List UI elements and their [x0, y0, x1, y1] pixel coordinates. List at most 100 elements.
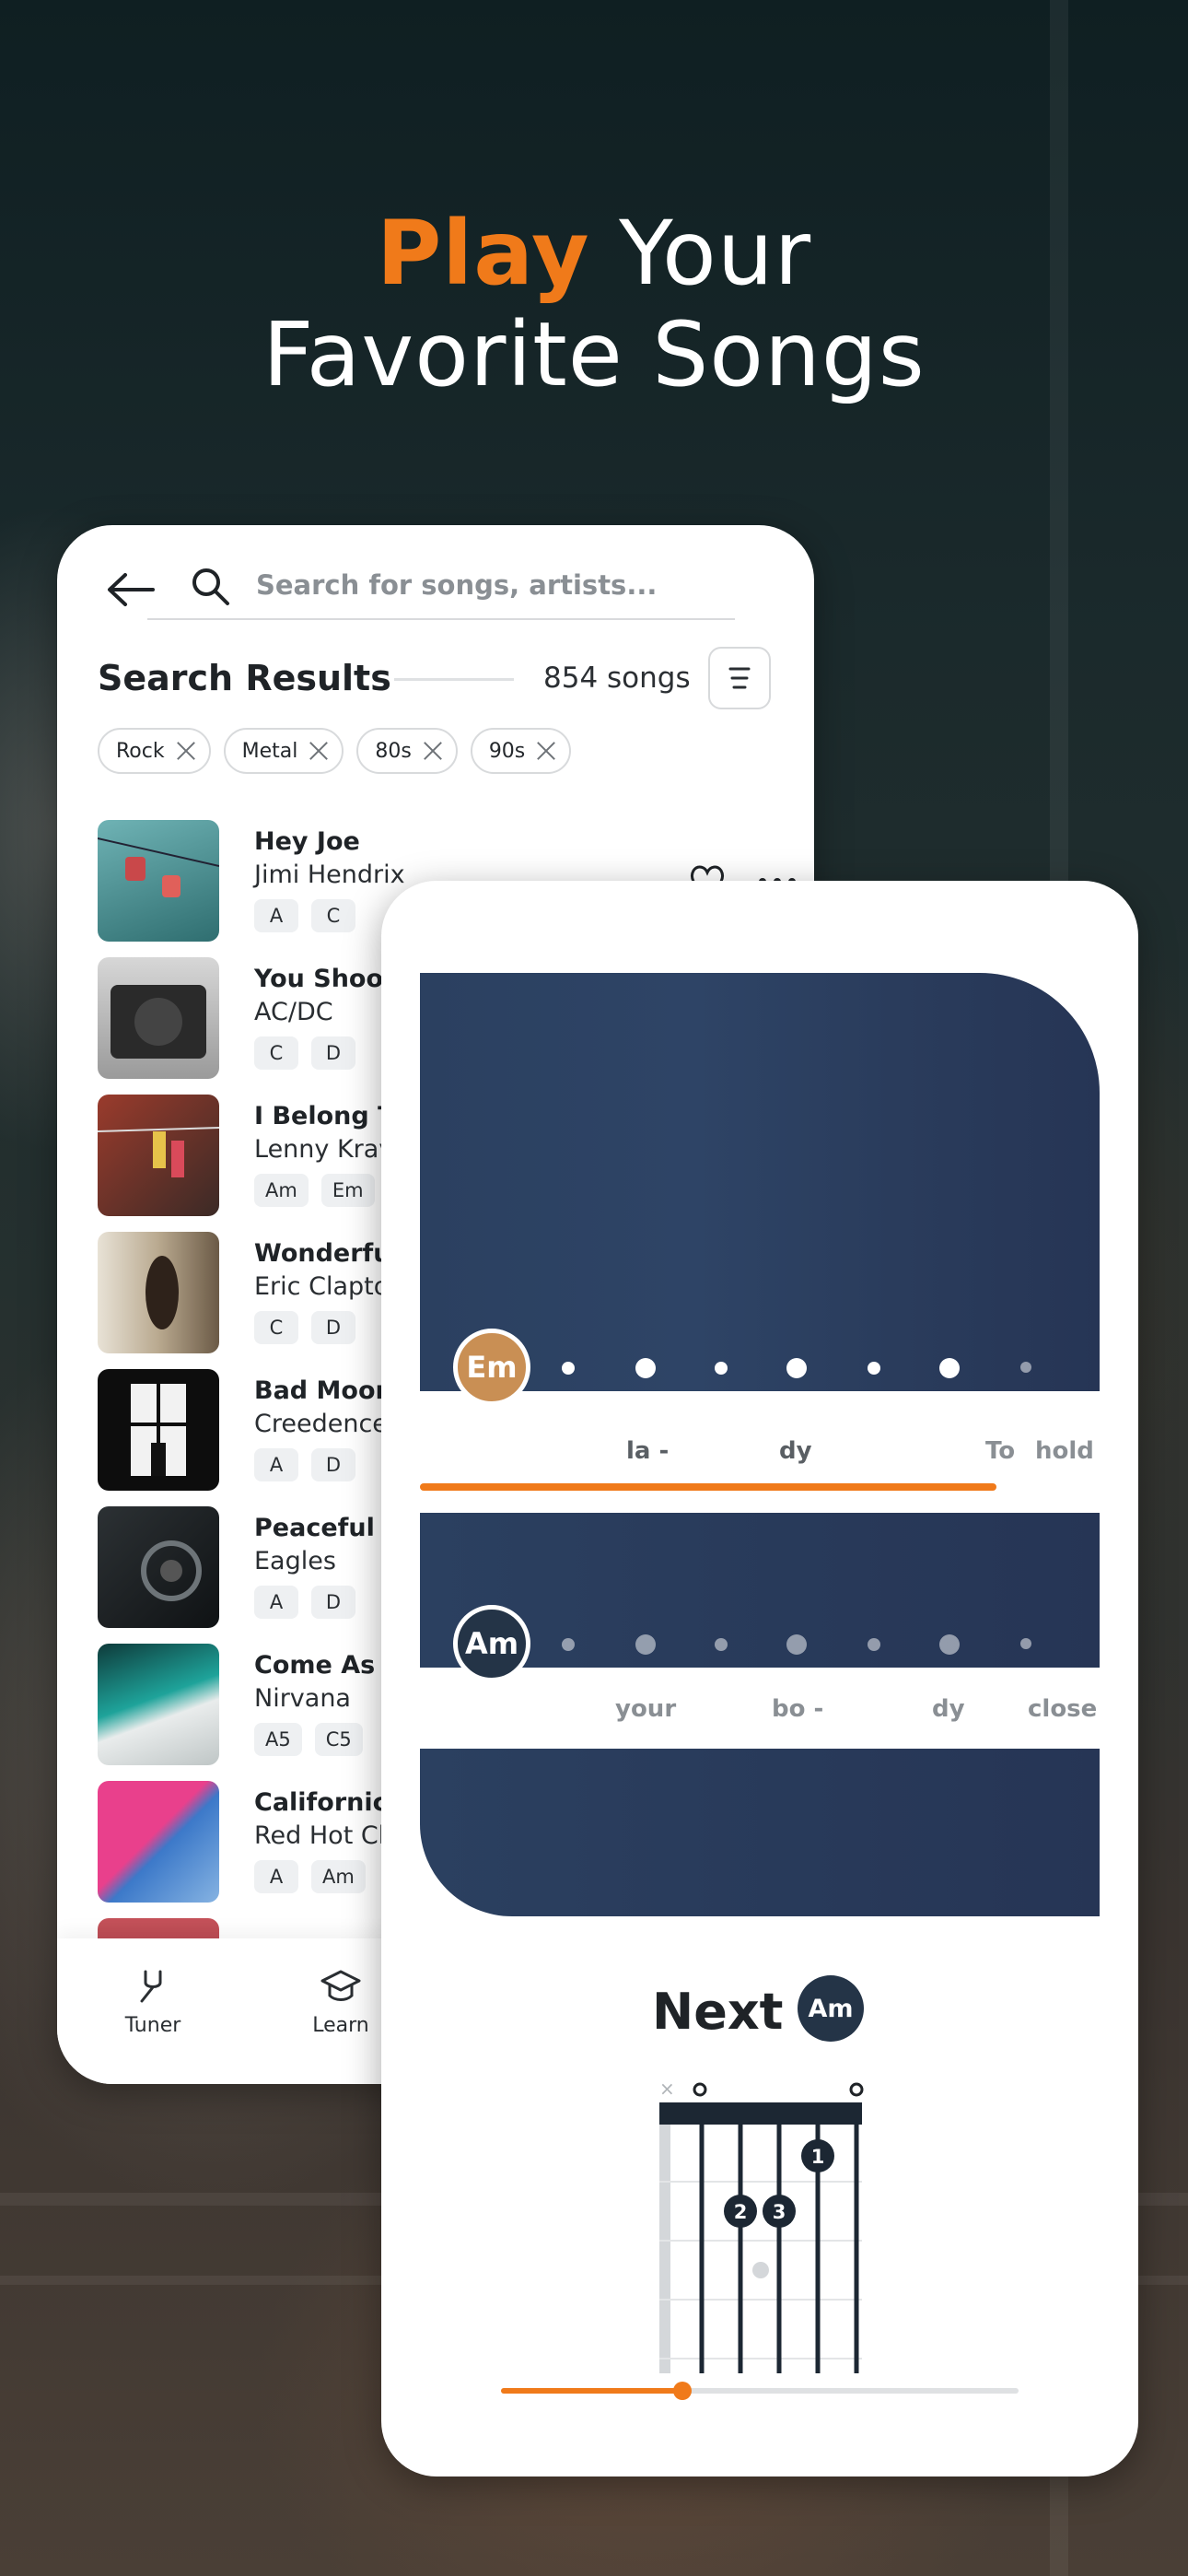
- song-progress-fill: [501, 2388, 682, 2394]
- beat-dot: [635, 1358, 656, 1378]
- album-art: [98, 1095, 219, 1216]
- beat-dot: [868, 1638, 880, 1651]
- remove-icon[interactable]: [176, 741, 196, 761]
- song-title: You Shook: [254, 965, 400, 993]
- beat-dot: [868, 1362, 880, 1375]
- remove-icon[interactable]: [309, 741, 329, 761]
- headline: Play Your Favorite Songs: [0, 203, 1188, 405]
- search-input[interactable]: [254, 564, 700, 606]
- beat-dot: [562, 1362, 575, 1375]
- next-line-chord-badge: Am: [453, 1605, 530, 1682]
- beat-dot: [939, 1358, 960, 1378]
- next-label: Next: [652, 1983, 784, 2041]
- chip-label: 90s: [488, 739, 526, 763]
- divider: [394, 678, 514, 681]
- player-card: Em la - dy To hold Am your bo - dy close…: [381, 881, 1138, 2476]
- album-art: [98, 1781, 219, 1903]
- nav-item-tuner[interactable]: Tuner: [98, 1966, 208, 2037]
- lyric-word: dy: [932, 1695, 965, 1723]
- nut: [659, 2102, 862, 2125]
- muted-string-marker: ×: [659, 2078, 675, 2100]
- next-chord-badge: Am: [798, 1975, 864, 2042]
- chord-tag: C: [254, 1311, 298, 1344]
- results-title: Search Results: [98, 658, 391, 698]
- song-artist: AC/DC: [254, 998, 333, 1026]
- nav-item-learn[interactable]: Learn: [285, 1966, 396, 2037]
- search-underline: [147, 618, 735, 620]
- beat-dot: [715, 1362, 728, 1375]
- chord-tag: C: [311, 899, 355, 932]
- song-title: Bad Moon: [254, 1376, 393, 1405]
- beat-dot: [635, 1634, 656, 1655]
- song-artist: Red Hot Chi: [254, 1821, 402, 1850]
- filter-button[interactable]: [708, 647, 771, 709]
- chord-track-panel: [420, 1749, 1100, 1916]
- finger-label: 3: [773, 2201, 786, 2223]
- album-art: [98, 1644, 219, 1765]
- song-artist: Eagles: [254, 1547, 336, 1575]
- chip-label: 80s: [375, 739, 412, 763]
- chord-tag: A: [254, 1586, 298, 1619]
- beat-dot: [939, 1634, 960, 1655]
- filter-chip[interactable]: Metal: [223, 728, 344, 774]
- nav-label: Learn: [312, 2014, 369, 2037]
- chord-tag: D: [311, 1036, 355, 1070]
- song-progress-handle[interactable]: [672, 2382, 692, 2400]
- beat-dot: [786, 1358, 807, 1378]
- chord-tag: C5: [314, 1723, 363, 1756]
- beat-dot: [562, 1638, 575, 1651]
- album-art: [98, 957, 219, 1079]
- song-title: Hey Joe: [254, 827, 360, 856]
- open-string-marker: [849, 2082, 864, 2097]
- album-art: [98, 1369, 219, 1491]
- headline-line2: Favorite Songs: [262, 303, 926, 406]
- chord-tag: C: [254, 1036, 298, 1070]
- lyric-word: close: [1028, 1695, 1098, 1723]
- search-icon: [192, 568, 229, 605]
- lyric-word: la -: [626, 1437, 670, 1465]
- chord-diagram: × 1 2 3: [659, 2078, 864, 2373]
- beat-dot: [715, 1638, 728, 1651]
- finger-label: 1: [811, 2146, 825, 2168]
- chord-tag: Em: [320, 1174, 375, 1207]
- beat-dot: [786, 1634, 807, 1655]
- lyric-word: your: [615, 1695, 677, 1723]
- album-art: [98, 1506, 219, 1628]
- headline-accent: Play: [376, 202, 590, 305]
- remove-icon[interactable]: [536, 741, 556, 761]
- filter-icon: [728, 667, 751, 689]
- chord-tag: Am: [311, 1860, 366, 1893]
- lyric-word: bo -: [772, 1695, 824, 1723]
- chip-label: Rock: [116, 739, 165, 763]
- chord-tag: A: [254, 1860, 298, 1893]
- chord-tag: D: [311, 1448, 355, 1481]
- lyric-word: To: [985, 1437, 1016, 1465]
- filter-chips: Rock Metal 80s 90s: [98, 728, 572, 774]
- song-title: Wonderful: [254, 1239, 400, 1268]
- song-artist: Nirvana: [254, 1684, 351, 1713]
- graduation-cap-icon: [320, 1970, 361, 2001]
- song-artist: Lenny Kravi: [254, 1135, 401, 1164]
- beat-dot: [1020, 1362, 1031, 1373]
- lyric-word: dy: [779, 1437, 812, 1465]
- tuning-fork-icon: [140, 1970, 162, 2003]
- current-chord-badge: Em: [453, 1329, 530, 1406]
- open-string-marker: [693, 2082, 707, 2097]
- lyric-word: hold: [1035, 1437, 1094, 1465]
- chip-label: Metal: [241, 739, 298, 763]
- filter-chip[interactable]: Rock: [98, 728, 211, 774]
- chord-tag: Am: [254, 1174, 309, 1207]
- chord-tag: D: [311, 1311, 355, 1344]
- remove-icon[interactable]: [423, 741, 443, 761]
- chord-track-panel: [420, 973, 1100, 1391]
- search-bar: [57, 525, 814, 626]
- filter-chip[interactable]: 80s: [356, 728, 458, 774]
- back-arrow-icon[interactable]: [105, 571, 155, 608]
- results-count: 854 songs: [543, 662, 691, 695]
- headline-line1: Your: [589, 202, 812, 305]
- chord-tag: A: [254, 899, 298, 932]
- album-art: [98, 820, 219, 942]
- chord-tag: A: [254, 1448, 298, 1481]
- chord-tag: A5: [254, 1723, 302, 1756]
- filter-chip[interactable]: 90s: [470, 728, 572, 774]
